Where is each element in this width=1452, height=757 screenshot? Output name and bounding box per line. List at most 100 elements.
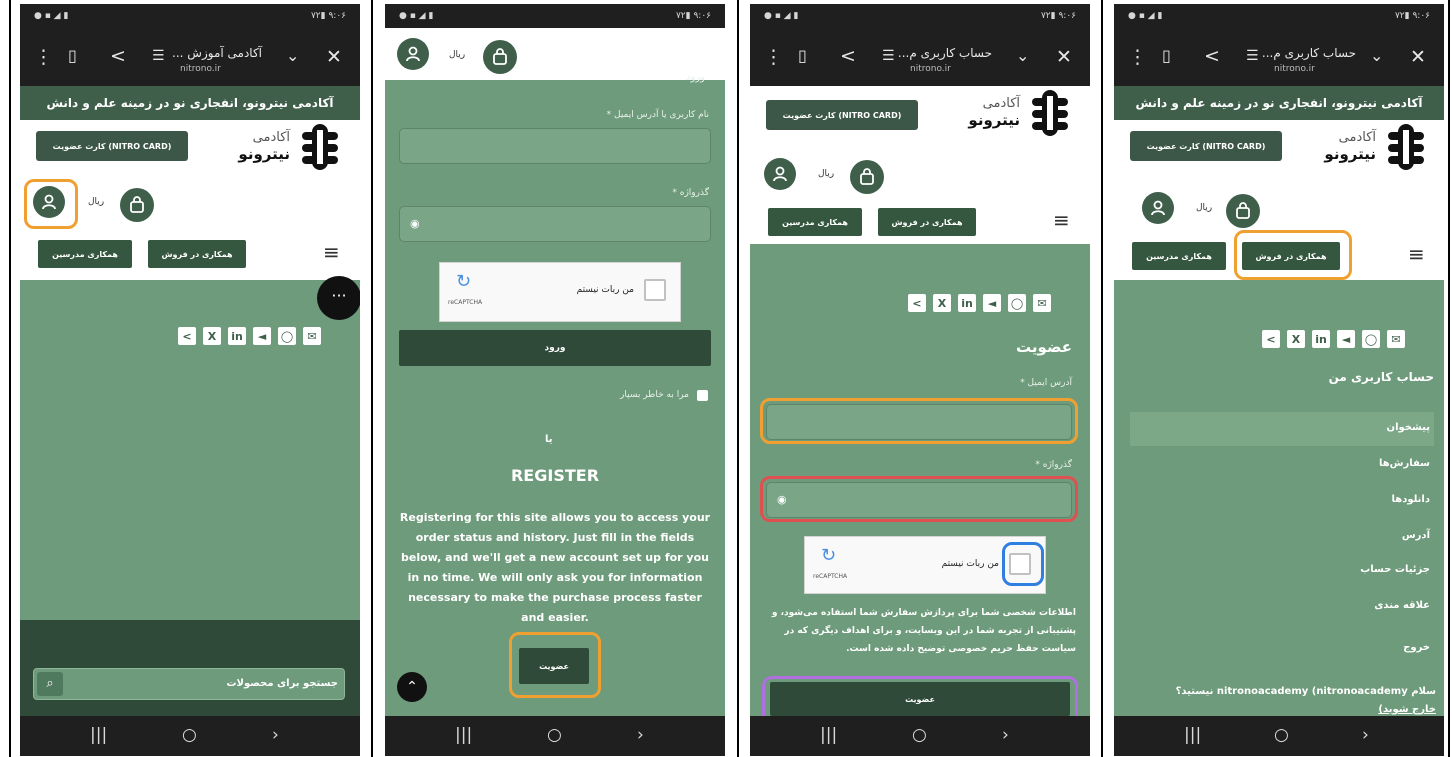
menu-item-address[interactable]: آدرس	[1402, 530, 1430, 541]
cart-button[interactable]	[120, 188, 154, 222]
bookmark-icon[interactable]: ▯	[68, 48, 77, 64]
recent-apps-icon[interactable]: |||	[90, 725, 107, 745]
menu-item-wishlist[interactable]: علاقه مندی	[1374, 600, 1430, 611]
share-icon[interactable]: <	[110, 47, 126, 66]
linkedin-icon[interactable]: in	[228, 327, 246, 345]
status-time: ۷۲▮ ۹:۰۶	[1394, 11, 1430, 21]
close-icon[interactable]: ✕	[326, 48, 342, 67]
user-account-button[interactable]	[764, 158, 796, 190]
captcha-checkbox[interactable]	[644, 279, 666, 301]
bookmark-icon[interactable]: ▯	[798, 48, 807, 64]
site-settings-icon[interactable]: ☰	[882, 49, 895, 63]
bookmark-icon[interactable]: ▯	[1162, 48, 1171, 64]
whatsapp-icon[interactable]: ◯	[1362, 330, 1380, 348]
chevron-down-icon[interactable]: ⌄	[1370, 48, 1383, 64]
scroll-top-icon[interactable]: ⌃	[397, 672, 427, 702]
login-button[interactable]: ورود	[399, 330, 711, 366]
x-icon[interactable]: X	[933, 294, 951, 312]
home-icon[interactable]: ○	[1274, 725, 1289, 745]
close-icon[interactable]: ✕	[1410, 48, 1426, 67]
linkedin-icon[interactable]: in	[1312, 330, 1330, 348]
menu-item-logout[interactable]: خروج	[1403, 642, 1430, 653]
cart-button[interactable]	[1226, 194, 1260, 228]
recent-apps-icon[interactable]: |||	[820, 725, 837, 745]
username-label: نام کاربری یا آدرس ایمیل *	[606, 110, 709, 120]
username-input[interactable]	[399, 128, 711, 164]
membership-card-button[interactable]: کارت عضویت (NITRO CARD)	[766, 100, 918, 130]
menu-item-downloads[interactable]: دانلودها	[1392, 494, 1431, 505]
whatsapp-icon[interactable]: ◯	[278, 327, 296, 345]
sales-partner-button[interactable]: همکاری در فروش	[878, 208, 976, 236]
back-icon[interactable]: ›	[272, 725, 279, 745]
status-bar: ● ▪ ◢ ▮ ۷۲▮ ۹:۰۶	[385, 4, 725, 28]
search-icon[interactable]: ⌕	[37, 672, 63, 696]
register-description: Registering for this site allows you to …	[399, 511, 711, 624]
telegram-icon[interactable]: ◄	[983, 294, 1001, 312]
home-icon[interactable]: ○	[547, 725, 562, 745]
currency-label: ریال	[449, 50, 466, 60]
back-icon[interactable]: ›	[637, 725, 644, 745]
back-icon[interactable]: ›	[1362, 725, 1369, 745]
instructor-partner-button[interactable]: همکاری مدرسین	[38, 240, 132, 268]
email-icon[interactable]: ✉	[1033, 294, 1051, 312]
floating-more-icon[interactable]: ···	[317, 276, 360, 320]
menu-item-account-details[interactable]: جزئیات حساب	[1360, 564, 1430, 575]
close-icon[interactable]: ✕	[1056, 48, 1072, 67]
more-vert-icon[interactable]: ⋮	[764, 48, 783, 67]
back-icon[interactable]: ›	[1002, 725, 1009, 745]
home-icon[interactable]: ○	[182, 725, 197, 745]
share-icon[interactable]: <	[840, 47, 856, 66]
tab-title: آکادمی آموزش ...	[172, 46, 262, 60]
hamburger-menu-icon[interactable]: ≡	[323, 240, 340, 264]
remember-checkbox[interactable]	[697, 390, 708, 401]
logout-link[interactable]: خارج شوید)	[1378, 704, 1436, 715]
password-label: گذرواژه *	[1035, 460, 1072, 470]
highlight-captcha-checkbox	[1002, 542, 1044, 586]
recent-apps-icon[interactable]: |||	[455, 725, 472, 745]
whatsapp-icon[interactable]: ◯	[1008, 294, 1026, 312]
or-text: یا	[545, 434, 553, 445]
instructor-partner-button[interactable]: همکاری مدرسین	[1132, 242, 1226, 270]
product-search-bar[interactable]: ⌕ جستجو برای محصولات	[33, 668, 345, 700]
membership-card-button[interactable]: کارت عضویت (NITRO CARD)	[36, 131, 188, 161]
hamburger-menu-icon[interactable]: ≡	[1053, 208, 1070, 232]
menu-item-orders[interactable]: سفارش‌ها	[1379, 458, 1430, 469]
x-icon[interactable]: X	[1287, 330, 1305, 348]
eye-icon[interactable]: ◉	[410, 217, 420, 230]
x-icon[interactable]: X	[203, 327, 221, 345]
share-icon[interactable]: <	[1204, 47, 1220, 66]
shopping-bag-icon	[130, 196, 144, 213]
site-settings-icon[interactable]: ☰	[1246, 49, 1259, 63]
home-icon[interactable]: ○	[912, 725, 927, 745]
menu-item-dashboard[interactable]: پیشخوان	[1387, 422, 1430, 433]
greeting-text: سلام nitronoacademy (nitronoacademy نیست…	[1175, 686, 1436, 697]
user-account-button[interactable]	[397, 38, 429, 70]
share-icon[interactable]: <	[1262, 330, 1280, 348]
membership-card-button[interactable]: کارت عضویت (NITRO CARD)	[1130, 131, 1282, 161]
linkedin-icon[interactable]: in	[958, 294, 976, 312]
more-vert-icon[interactable]: ⋮	[34, 48, 53, 67]
sales-partner-button[interactable]: همکاری در فروش	[148, 240, 246, 268]
email-icon[interactable]: ✉	[1387, 330, 1405, 348]
recent-apps-icon[interactable]: |||	[1184, 725, 1201, 745]
email-icon[interactable]: ✉	[303, 327, 321, 345]
chevron-down-icon[interactable]: ⌄	[1016, 48, 1029, 64]
hamburger-menu-icon[interactable]: ≡	[1408, 242, 1425, 266]
logo-text: آکادمی نیترونو	[964, 96, 1020, 129]
telegram-icon[interactable]: ◄	[253, 327, 271, 345]
site-settings-icon[interactable]: ☰	[152, 49, 165, 63]
telegram-icon[interactable]: ◄	[1337, 330, 1355, 348]
cart-button[interactable]	[483, 40, 517, 74]
cart-button[interactable]	[850, 160, 884, 194]
chevron-down-icon[interactable]: ⌄	[286, 48, 299, 64]
more-vert-icon[interactable]: ⋮	[1128, 48, 1147, 67]
remember-label: مرا به خاطر بسپار	[620, 390, 689, 400]
share-icon[interactable]: <	[178, 327, 196, 345]
top-banner: آکادمی نیترونو، انفجاری نو در زمینه علم …	[20, 86, 360, 120]
share-icon[interactable]: <	[908, 294, 926, 312]
instructor-partner-button[interactable]: همکاری مدرسین	[768, 208, 862, 236]
password-input[interactable]: ◉	[399, 206, 711, 242]
user-account-button[interactable]	[1142, 192, 1174, 224]
signup-heading: عضویت	[1016, 338, 1072, 356]
page-url: nitrono.ir	[910, 64, 951, 74]
